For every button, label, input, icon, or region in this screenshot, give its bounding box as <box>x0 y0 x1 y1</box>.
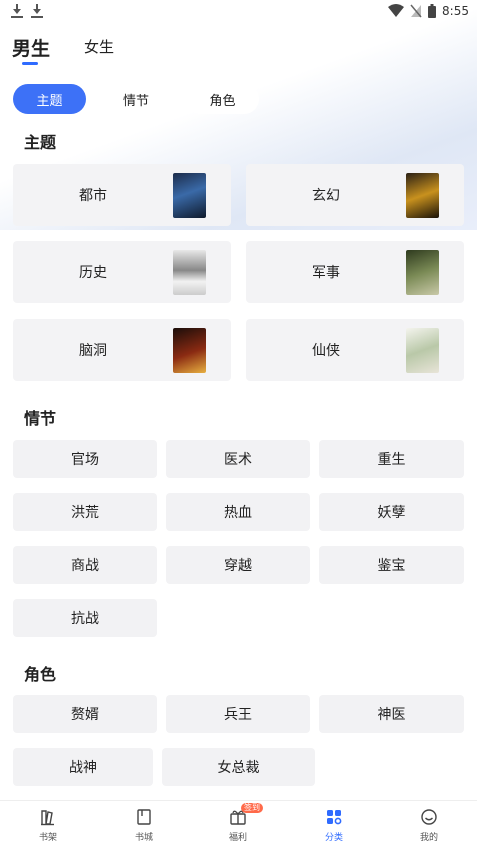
clock-time: 8:55 <box>442 4 469 18</box>
download-icon <box>30 3 44 19</box>
download-icon <box>10 3 24 19</box>
nav-label: 书架 <box>38 833 57 843</box>
theme-card-label: 都市 <box>79 188 107 204</box>
theme-card-xianxia[interactable]: 仙侠 <box>246 319 464 381</box>
pill-plot[interactable]: 情节 <box>100 84 172 114</box>
nav-profile[interactable]: 我的 <box>399 807 459 847</box>
nav-label: 福利 <box>228 833 247 843</box>
cover-military-icon <box>406 250 439 295</box>
theme-card-military[interactable]: 军事 <box>246 241 464 303</box>
wifi-icon <box>388 4 405 17</box>
section-title-role: 角色 <box>24 665 57 684</box>
role-chip[interactable]: 神医 <box>319 695 464 733</box>
section-title-theme: 主题 <box>24 133 57 152</box>
theme-card-history[interactable]: 历史 <box>13 241 231 303</box>
checkin-badge: 签到 <box>241 803 263 813</box>
theme-card-label: 军事 <box>312 265 340 281</box>
plot-chip[interactable]: 穿越 <box>166 546 310 584</box>
nav-label: 我的 <box>419 833 438 843</box>
theme-card-brainstorm[interactable]: 脑洞 <box>13 319 231 381</box>
bookshelf-icon <box>41 810 54 826</box>
cover-urban-icon <box>173 173 206 218</box>
theme-card-label: 玄幻 <box>312 188 340 204</box>
category-icon <box>327 810 342 825</box>
role-chip[interactable]: 赘婿 <box>13 695 157 733</box>
cover-brainstorm-icon <box>173 328 206 373</box>
role-chip[interactable]: 兵王 <box>166 695 310 733</box>
cover-xianxia-icon <box>406 328 439 373</box>
nav-label: 书城 <box>134 833 153 843</box>
role-chip[interactable]: 战神 <box>13 748 153 786</box>
battery-icon <box>428 4 437 18</box>
theme-card-label: 仙侠 <box>312 343 340 359</box>
nav-bookshelf[interactable]: 书架 <box>18 807 78 847</box>
nav-bookstore[interactable]: 书城 <box>114 807 174 847</box>
plot-chip[interactable]: 妖孽 <box>319 493 464 531</box>
nav-category[interactable]: 分类 <box>304 807 364 847</box>
section-title-plot: 情节 <box>24 409 57 428</box>
plot-chip[interactable]: 医术 <box>166 440 310 478</box>
tab-active-indicator <box>22 62 38 65</box>
plot-chip[interactable]: 热血 <box>166 493 310 531</box>
profile-icon <box>421 809 437 825</box>
nav-label: 分类 <box>324 833 343 843</box>
cover-fantasy-icon <box>406 173 439 218</box>
cover-history-icon <box>173 250 206 295</box>
role-chip[interactable]: 女总裁 <box>162 748 315 786</box>
plot-chip[interactable]: 洪荒 <box>13 493 157 531</box>
pill-role[interactable]: 角色 <box>186 84 259 114</box>
theme-card-urban[interactable]: 都市 <box>13 164 231 226</box>
tab-male[interactable]: 男生 <box>12 34 50 61</box>
nav-welfare[interactable]: 福利 签到 <box>208 803 268 847</box>
pill-theme[interactable]: 主题 <box>13 84 86 114</box>
status-bar: 8:55 <box>0 0 477 22</box>
bottom-nav: 书架 书城 福利 签到 分类 我的 <box>0 800 477 848</box>
tab-female[interactable]: 女生 <box>84 36 114 57</box>
theme-card-label: 历史 <box>79 265 107 281</box>
plot-chip[interactable]: 鉴宝 <box>319 546 464 584</box>
plot-chip[interactable]: 重生 <box>319 440 464 478</box>
theme-card-label: 脑洞 <box>79 343 107 359</box>
plot-chip[interactable]: 抗战 <box>13 599 157 637</box>
bookstore-icon <box>137 809 151 825</box>
plot-chip[interactable]: 商战 <box>13 546 157 584</box>
plot-chip[interactable]: 官场 <box>13 440 157 478</box>
no-signal-icon <box>410 4 422 18</box>
theme-card-fantasy[interactable]: 玄幻 <box>246 164 464 226</box>
